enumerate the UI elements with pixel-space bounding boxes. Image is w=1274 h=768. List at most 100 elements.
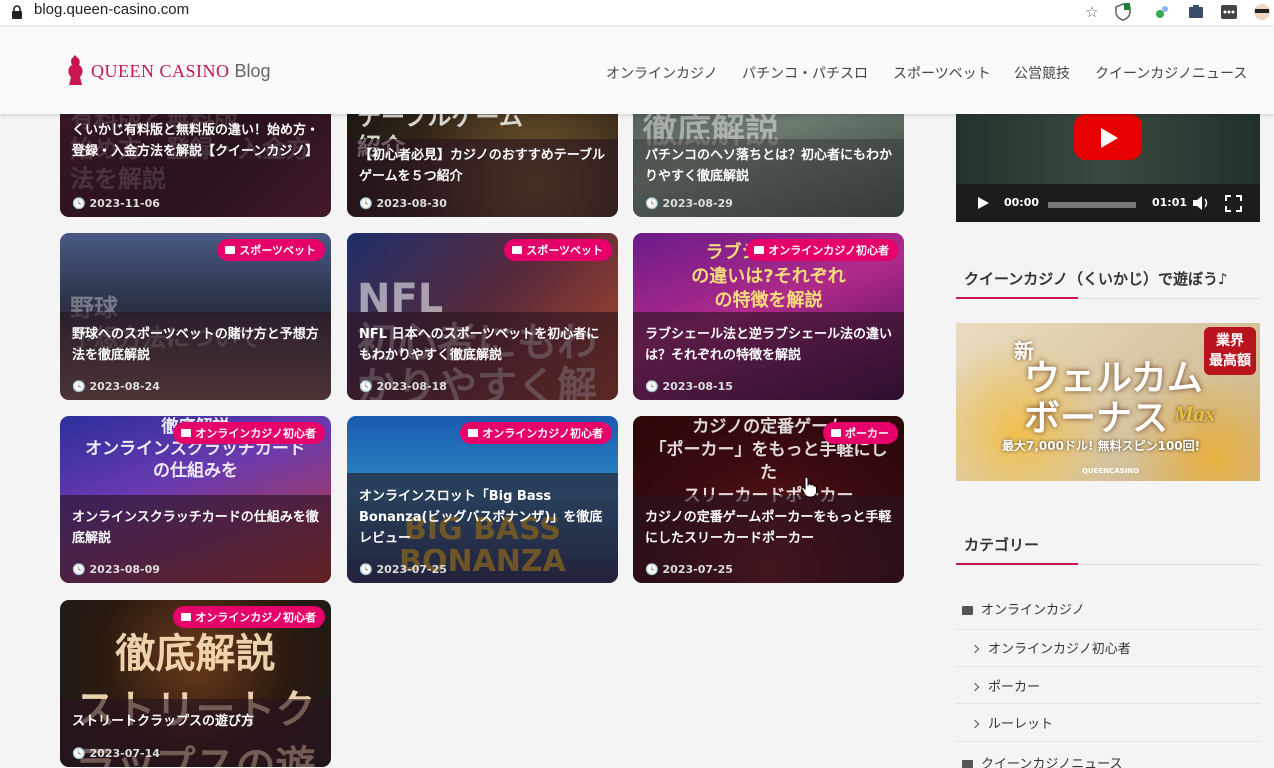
nav-pachinko[interactable]: パチンコ・パチスロ xyxy=(742,63,868,83)
card-title[interactable]: NFL 日本へのスポーツベットを初心者にもわかりやすく徹底解説 xyxy=(359,324,608,366)
card-date-text: 2023-08-29 xyxy=(662,197,733,210)
divider-accent xyxy=(956,297,1078,299)
card-date: 🕓 2023-08-15 xyxy=(645,380,733,393)
category-label: ポーカー xyxy=(988,680,1041,695)
folder-icon xyxy=(468,429,479,437)
chevron-right-icon xyxy=(970,719,980,729)
card-title[interactable]: パチンコのヘソ落ちとは？初心者にもわかりやすく徹底解説 xyxy=(645,145,894,187)
category-badge-label: オンラインカジノ初心者 xyxy=(195,611,316,624)
card-title[interactable]: 野球へのスポーツベットの賭け方と予想方法を徹底解説 xyxy=(72,324,321,366)
category-badge[interactable]: スポーツベット xyxy=(504,239,612,261)
category-badge-label: スポーツベット xyxy=(239,244,316,257)
folder-icon xyxy=(181,613,192,621)
card-date-text: 2023-08-30 xyxy=(376,197,447,210)
category-item-beginner[interactable]: オンラインカジノ初心者 xyxy=(970,638,1131,657)
category-item-online-casino[interactable]: オンラインカジノ xyxy=(962,599,1085,618)
site-logo[interactable]: QUEEN CASINO Blog xyxy=(64,55,271,87)
bookmark-star-icon[interactable]: ☆ xyxy=(1082,2,1102,22)
category-badge[interactable]: オンラインカジノ初心者 xyxy=(746,239,898,261)
article-card[interactable]: NFL 初心者にもわかりやすく解説 スポーツベット NFL 日本へのスポーツベッ… xyxy=(347,233,618,400)
category-badge-label: オンラインカジノ初心者 xyxy=(482,427,603,440)
nav-queen-casino-news[interactable]: クイーンカジノニュース xyxy=(1095,63,1247,83)
article-card[interactable]: ラブシェール法 の違いは?それぞれ の特徴を解説 オンラインカジノ初心者 ラブシ… xyxy=(633,233,904,400)
nav-sports-bet[interactable]: スポーツベット xyxy=(893,63,991,83)
article-card[interactable]: 徹底解説 ストリートクラップスの遊び方 オンラインカジノ初心者 ストリートクラッ… xyxy=(60,600,331,767)
category-badge[interactable]: オンラインカジノ初心者 xyxy=(173,606,325,628)
banner-badge-line1: 業界 xyxy=(1216,333,1244,349)
card-title[interactable]: 【初心者必見】カジノのおすすめテーブルゲームを５つ紹介 xyxy=(359,145,608,187)
play-icon[interactable] xyxy=(976,196,990,210)
chevron-right-icon xyxy=(970,644,980,654)
article-card[interactable]: BIG BASS BONANZA オンラインカジノ初心者 オンラインスロット「B… xyxy=(347,416,618,583)
article-card[interactable]: 野球 予想方法について スポーツベット 野球へのスポーツベットの賭け方と予想方法… xyxy=(60,233,331,400)
category-label: オンラインカジノ xyxy=(981,603,1085,618)
category-item-poker[interactable]: ポーカー xyxy=(970,676,1041,695)
card-date: 🕓 2023-08-18 xyxy=(359,380,447,393)
card-title[interactable]: ラブシェール法と逆ラブシェール法の違いは？それぞれの特徴を解説 xyxy=(645,324,894,366)
card-title[interactable]: オンラインスクラッチカードの仕組みを徹底解説 xyxy=(72,507,321,549)
folder-icon xyxy=(181,429,192,437)
logo-text: QUEEN CASINO xyxy=(91,60,230,81)
sidebar-heading-play: クイーンカジノ（くいかじ）で遊ぼう♪ xyxy=(964,270,1228,288)
card-title[interactable]: ストリートクラップスの遊び方 xyxy=(72,711,321,732)
volume-icon[interactable] xyxy=(1192,195,1210,211)
category-item-news[interactable]: クイーンカジノニュース xyxy=(962,753,1122,768)
category-label: クイーンカジノニュース xyxy=(981,757,1123,768)
category-badge-label: ポーカー xyxy=(845,427,889,440)
shield-extension-icon[interactable] xyxy=(1113,2,1133,22)
card-date: 🕓 2023-07-25 xyxy=(359,563,447,576)
card-title[interactable]: くいかじ有料版と無料版の違い！始め方・登録・入金方法を解説【クイーンカジノ】 xyxy=(72,120,321,162)
category-badge-label: スポーツベット xyxy=(526,244,603,257)
address-bar-url[interactable]: blog.queen-casino.com xyxy=(34,1,189,18)
card-date: 🕓 2023-07-14 xyxy=(72,747,160,760)
nav-online-casino[interactable]: オンラインカジノ xyxy=(606,63,718,83)
banner-detail: 最大7,000ドル! 無料スピン100回! xyxy=(1002,439,1201,453)
sidebar-heading-categories: カテゴリー xyxy=(964,536,1040,554)
video-current-time: 00:00 xyxy=(1004,196,1040,209)
extension-puzzle-icon[interactable] xyxy=(1152,2,1172,22)
hand-cursor-icon xyxy=(801,476,817,498)
article-card[interactable]: カジノの定番ゲーム 「ポーカー」をもっと手軽にした スリーカードポーカー ポーカ… xyxy=(633,416,904,583)
card-date-text: 2023-07-25 xyxy=(376,563,447,576)
card-date: 🕓 2023-08-30 xyxy=(359,197,447,210)
category-item-roulette[interactable]: ルーレット xyxy=(970,713,1054,732)
card-date-text: 2023-08-18 xyxy=(376,380,447,393)
welcome-bonus-banner[interactable]: 新 ウェルカム ボーナス Max 業界 最高額 最大7,000ドル! 無料スピン… xyxy=(956,323,1260,481)
banner-line2: ボーナス xyxy=(1024,398,1169,438)
card-title[interactable]: カジノの定番ゲームポーカーをもっと手軽にしたスリーカードポーカー xyxy=(645,507,894,549)
browser-toolbar: blog.queen-casino.com ☆ xyxy=(0,0,1274,26)
divider xyxy=(956,703,1260,704)
profile-avatar-icon[interactable] xyxy=(1252,2,1272,22)
banner-badge: 業界 最高額 xyxy=(1204,327,1256,375)
category-badge[interactable]: オンラインカジノ初心者 xyxy=(460,422,612,444)
divider-accent xyxy=(956,563,1078,565)
card-date-text: 2023-08-15 xyxy=(662,380,733,393)
banner-brand: QUEENCASINO xyxy=(1082,467,1140,475)
category-badge[interactable]: ポーカー xyxy=(823,422,898,444)
video-duration: 01:01 xyxy=(1152,196,1188,209)
fullscreen-icon[interactable] xyxy=(1225,195,1242,212)
category-label: ルーレット xyxy=(988,717,1054,732)
nav-public-racing[interactable]: 公営競技 xyxy=(1014,63,1070,83)
video-progress-bar[interactable] xyxy=(1048,202,1136,208)
article-card[interactable]: 徹底解説 オンラインスクラッチカード の仕組みを オンラインカジノ初心者 オンラ… xyxy=(60,416,331,583)
category-label: オンラインカジノ初心者 xyxy=(988,642,1131,657)
category-badge[interactable]: オンラインカジノ初心者 xyxy=(173,422,325,444)
card-date: 🕓 2023-08-24 xyxy=(72,380,160,393)
card-date-text: 2023-07-14 xyxy=(89,747,160,760)
extension-dots-icon[interactable] xyxy=(1219,2,1239,22)
youtube-play-button[interactable] xyxy=(1074,114,1142,160)
card-date-text: 2023-11-06 xyxy=(89,197,160,210)
video-player[interactable]: 00:00 01:01 xyxy=(956,114,1260,222)
folder-icon xyxy=(225,246,236,254)
folder-icon xyxy=(831,429,841,437)
banner-max: Max xyxy=(1174,401,1216,426)
category-badge-label: オンラインカジノ初心者 xyxy=(195,427,316,440)
site-header: QUEEN CASINO Blog オンラインカジノ パチンコ・パチスロ スポー… xyxy=(0,27,1274,114)
category-badge[interactable]: スポーツベット xyxy=(217,239,325,261)
extension-box-icon[interactable] xyxy=(1186,2,1206,22)
card-date: 🕓 2023-08-29 xyxy=(645,197,733,210)
card-title[interactable]: オンラインスロット「Big Bass Bonanza(ビッグバスボナンザ)」を徹… xyxy=(359,486,608,549)
lock-icon[interactable] xyxy=(11,5,23,19)
card-date-text: 2023-08-24 xyxy=(89,380,160,393)
